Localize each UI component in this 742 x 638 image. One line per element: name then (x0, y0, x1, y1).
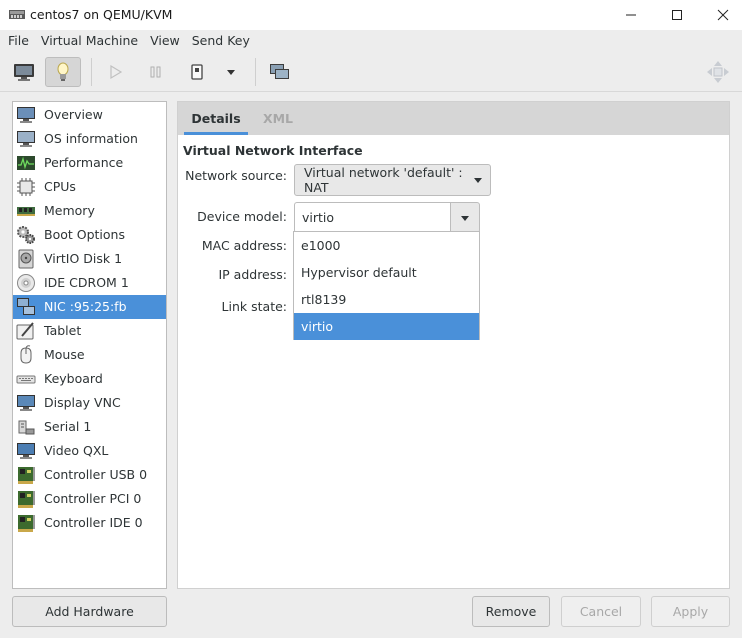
chevron-down-icon (461, 216, 469, 221)
device-model-label: Device model: (197, 209, 287, 224)
details-panel: Details XML Virtual Network Interface Ne… (177, 101, 730, 589)
sidebar-item-virtio-disk-1[interactable]: VirtIO Disk 1 (13, 247, 166, 271)
menu-bar: File Virtual Machine View Send Key (0, 30, 742, 52)
title-bar: centos7 on QEMU/KVM (0, 0, 742, 30)
apply-button[interactable]: Apply (651, 596, 730, 627)
run-button[interactable] (103, 57, 129, 87)
boot-gears-icon (16, 225, 36, 245)
sidebar-item-memory[interactable]: Memory (13, 199, 166, 223)
sidebar-item-nic[interactable]: NIC :95:25:fb (13, 295, 166, 319)
cpu-chip-icon (16, 177, 36, 197)
maximize-icon (672, 10, 682, 20)
keyboard-icon (16, 369, 36, 389)
fullscreen-button[interactable] (704, 57, 732, 87)
hardware-list: Overview OS information Performance CPUs… (12, 101, 167, 589)
serial-port-icon (16, 417, 36, 437)
chevron-down-icon (474, 178, 482, 183)
sidebar-item-serial-1[interactable]: Serial 1 (13, 415, 166, 439)
performance-graph-icon (16, 153, 36, 173)
pause-icon (150, 66, 161, 78)
tab-bar: Details XML (178, 102, 729, 135)
details-button[interactable] (45, 57, 81, 87)
shutdown-menu-button[interactable] (222, 57, 240, 87)
mac-address-label: MAC address: (201, 238, 287, 253)
window-title: centos7 on QEMU/KVM (30, 7, 173, 22)
cdrom-icon (16, 273, 36, 293)
network-source-label: Network source: (185, 168, 287, 183)
sidebar-item-video-qxl[interactable]: Video QXL (13, 439, 166, 463)
sidebar-item-cpus[interactable]: CPUs (13, 175, 166, 199)
menu-send-key[interactable]: Send Key (186, 30, 256, 52)
dropdown-arrow-icon (227, 70, 235, 75)
network-source-value: Virtual network 'default' : NAT (304, 165, 463, 195)
maximize-button[interactable] (654, 0, 700, 30)
tab-xml[interactable]: XML (256, 102, 300, 135)
sidebar-item-keyboard[interactable]: Keyboard (13, 367, 166, 391)
controller-card-icon (16, 465, 36, 485)
ip-address-label: IP address: (218, 267, 287, 282)
virt-manager-icon (9, 10, 25, 19)
sidebar-item-boot-options[interactable]: Boot Options (13, 223, 166, 247)
tablet-pen-icon (16, 321, 36, 341)
sidebar-item-ide-cdrom-1[interactable]: IDE CDROM 1 (13, 271, 166, 295)
shutdown-button[interactable] (184, 57, 210, 87)
device-model-dropdown-list: e1000 Hypervisor default rtl8139 virtio (293, 231, 480, 340)
option-e1000[interactable]: e1000 (294, 232, 479, 259)
menu-view[interactable]: View (144, 30, 186, 52)
pause-button[interactable] (143, 57, 169, 87)
overview-monitor-icon (16, 105, 36, 125)
minimize-icon (626, 14, 636, 16)
close-icon (717, 9, 729, 21)
cancel-button[interactable]: Cancel (561, 596, 641, 627)
sidebar-item-controller-usb-0[interactable]: Controller USB 0 (13, 463, 166, 487)
display-monitor-icon (16, 393, 36, 413)
disk-drive-icon (16, 249, 36, 269)
sidebar-item-performance[interactable]: Performance (13, 151, 166, 175)
add-hardware-button[interactable]: Add Hardware (12, 596, 167, 627)
sidebar-item-display-vnc[interactable]: Display VNC (13, 391, 166, 415)
sidebar-item-controller-pci-0[interactable]: Controller PCI 0 (13, 487, 166, 511)
network-card-icon (16, 297, 36, 317)
os-information-icon (16, 129, 36, 149)
console-button[interactable] (10, 57, 38, 87)
screenshot-icon (270, 64, 289, 79)
sidebar-item-controller-ide-0[interactable]: Controller IDE 0 (13, 511, 166, 535)
remove-button[interactable]: Remove (472, 596, 550, 627)
toolbar-separator (255, 58, 256, 86)
play-icon (110, 64, 123, 80)
minimize-button[interactable] (608, 0, 654, 30)
section-title: Virtual Network Interface (183, 143, 363, 158)
menu-file[interactable]: File (2, 30, 35, 52)
fullscreen-icon (707, 61, 729, 83)
sidebar-item-overview[interactable]: Overview (13, 103, 166, 127)
menu-virtual-machine[interactable]: Virtual Machine (35, 30, 144, 52)
option-hypervisor-default[interactable]: Hypervisor default (294, 259, 479, 286)
network-source-select[interactable]: Virtual network 'default' : NAT (294, 164, 491, 196)
screenshot-button[interactable] (266, 57, 294, 87)
toolbar-separator (91, 58, 92, 86)
close-button[interactable] (700, 0, 742, 30)
memory-module-icon (16, 201, 36, 221)
device-model-dropdown-button[interactable] (450, 202, 480, 233)
tab-details[interactable]: Details (184, 102, 248, 135)
toolbar (0, 52, 742, 92)
sidebar-item-mouse[interactable]: Mouse (13, 343, 166, 367)
sidebar-item-os-information[interactable]: OS information (13, 127, 166, 151)
video-monitor-icon (16, 441, 36, 461)
link-state-label: Link state: (221, 299, 287, 314)
controller-card-icon (16, 489, 36, 509)
controller-card-icon (16, 513, 36, 533)
device-model-input[interactable]: virtio (294, 202, 450, 233)
option-virtio[interactable]: virtio (294, 313, 479, 340)
power-icon (191, 64, 203, 80)
monitor-icon (14, 64, 34, 81)
lightbulb-icon (57, 62, 69, 81)
mouse-icon (16, 345, 36, 365)
option-rtl8139[interactable]: rtl8139 (294, 286, 479, 313)
sidebar-item-tablet[interactable]: Tablet (13, 319, 166, 343)
